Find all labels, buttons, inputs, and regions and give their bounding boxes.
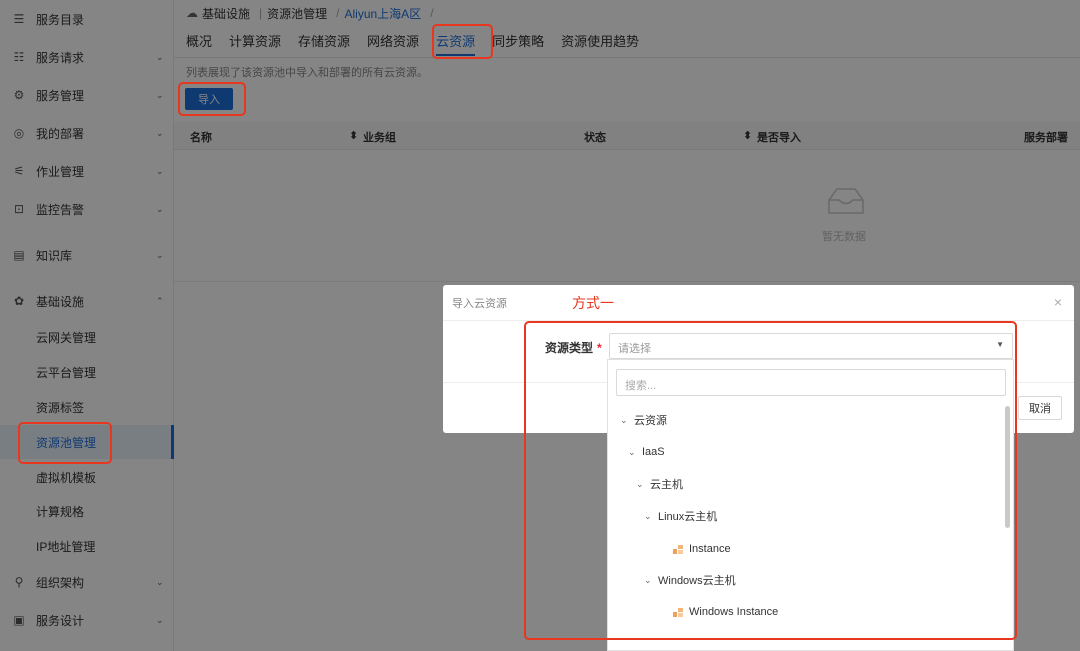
annotation-box-import xyxy=(178,82,246,116)
annotation-box-dropdown xyxy=(524,321,1017,640)
modal-title: 导入云资源 xyxy=(452,298,507,310)
annotation-box-cloud-tab xyxy=(432,24,493,59)
annotation-label: 方式一 xyxy=(572,295,614,311)
cancel-button[interactable]: 取消 xyxy=(1018,396,1062,420)
annotation-box-resource-pool xyxy=(18,422,112,464)
close-icon[interactable]: × xyxy=(1054,294,1062,310)
